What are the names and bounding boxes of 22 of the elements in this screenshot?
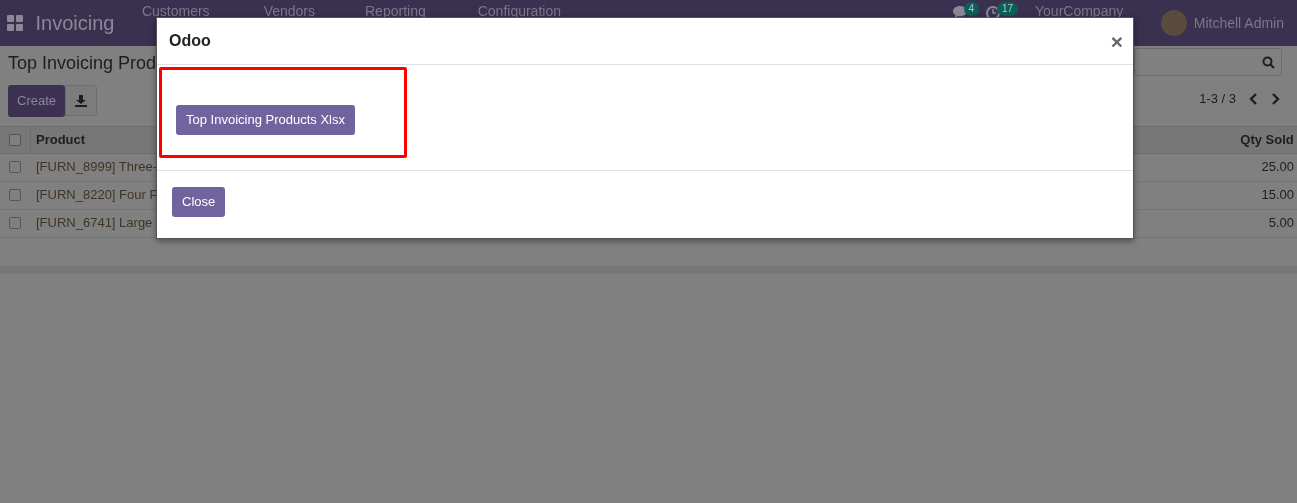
user-menu[interactable]: Mitchell Admin (1193, 12, 1284, 34)
column-header[interactable]: Qty Sold (1240, 129, 1294, 150)
table-cell-text: 25.00 (1261, 158, 1294, 177)
app-name[interactable]: Invoicing (35, 8, 115, 38)
close-button[interactable]: × (1110, 30, 1123, 52)
message-count-badge: 4 (963, 2, 980, 16)
dialog-title: Odoo (169, 31, 211, 51)
table-cell-text: 15.00 (1261, 186, 1294, 205)
table-cell-text: 5.00 (1268, 214, 1294, 233)
table-cell-text: [FURN_8999] Three- (35, 158, 158, 177)
table-cell-text: [FURN_6741] Large (35, 214, 153, 233)
export-button[interactable]: Top Invoicing Products Xlsx (176, 105, 355, 135)
create-button[interactable]: Create (8, 85, 66, 117)
activity-count-badge: 17 (997, 2, 1019, 16)
menu-item[interactable]: Vendors (263, 3, 315, 19)
page-title: Top Invoicing Prod (8, 52, 157, 75)
menu-item[interactable]: Reporting (365, 3, 426, 19)
pager-value[interactable]: 1-3 / 3 (1199, 89, 1236, 109)
company-switcher[interactable]: YourCompany (1035, 3, 1124, 19)
menu-item[interactable]: Configuration (477, 3, 561, 19)
menu-item[interactable]: Customers (141, 3, 210, 19)
close-button[interactable]: Close (172, 187, 226, 217)
